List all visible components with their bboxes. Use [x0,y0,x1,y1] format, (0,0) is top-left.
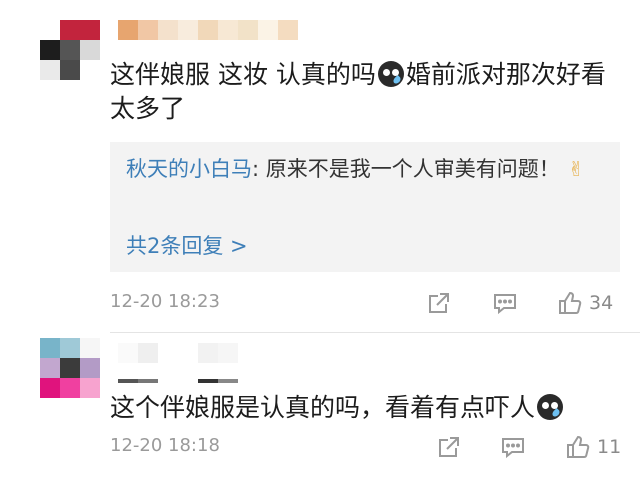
reply-text: 秋天的小白马: 原来不是我一个人审美有问题！ ✌ [126,154,604,185]
comment-button[interactable] [492,289,518,317]
avatar[interactable] [40,338,100,398]
comment-button[interactable] [500,433,526,461]
like-count: 34 [589,292,614,314]
comment-text-part: 这伴娘服 这妆 认真的吗 [110,60,376,89]
view-replies-link[interactable]: 共2条回复 > [126,230,248,260]
comment-text: 这个伴娘服是认真的吗，看着有点吓人 [110,391,620,425]
share-button[interactable] [436,433,462,461]
like-count: 11 [597,436,622,458]
avatar[interactable] [40,20,100,80]
comment-footer: 12-20 18:18 11 [110,433,621,463]
comment-text-part: 这个伴娘服是认真的吗，看着有点吓人 [110,393,536,422]
comment-icon [494,294,516,315]
like-button[interactable]: 34 [557,289,613,317]
reply-author-link[interactable]: 秋天的小白马 [126,157,252,181]
share-icon [439,437,459,457]
thumbs-up-icon [559,291,582,314]
username-blurred [118,375,238,383]
username-blurred[interactable] [118,343,238,363]
comment-footer: 12-20 18:23 34 [110,289,620,319]
crying-face-icon [537,394,564,420]
crying-face-icon [377,61,404,87]
comment-icon [502,438,524,459]
comment-item: 这个伴娘服是认真的吗，看着有点吓人 12-20 18:18 11 [0,333,640,478]
thumbs-up-icon [567,435,590,458]
like-button[interactable]: 11 [565,433,621,461]
comment-text: 这伴娘服 这妆 认真的吗 婚前派对那次好看太多了 [110,58,620,126]
reply-content: : 原来不是我一个人审美有问题！ [252,157,560,181]
reply-preview[interactable]: 秋天的小白马: 原来不是我一个人审美有问题！ ✌ 共2条回复 > [110,142,620,272]
timestamp: 12-20 18:23 [110,291,220,312]
victory-hand-icon: ✌ [567,157,585,181]
share-icon [429,293,449,313]
username-blurred[interactable] [118,20,298,40]
share-button[interactable] [426,289,452,317]
comment-item: 这伴娘服 这妆 认真的吗 婚前派对那次好看太多了 秋天的小白马: 原来不是我一个人… [0,0,640,333]
timestamp: 12-20 18:18 [110,435,220,456]
